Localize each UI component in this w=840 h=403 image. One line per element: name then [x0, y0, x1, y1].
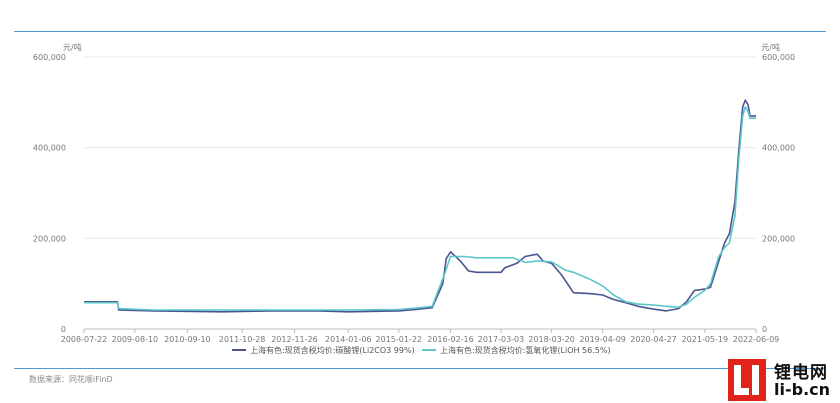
data-source-note: 数据来源：同花顺iFinD [29, 375, 113, 384]
y-tick-label-right: 200,000 [762, 234, 795, 243]
legend-label-1: 上海有色:现货含税均价:碳酸锂(Li2CO3 99%) [250, 345, 415, 355]
y-axis-unit-left: 元/吨 [63, 42, 82, 52]
series-group [84, 99, 756, 313]
x-tick-label: 2012-11-26 [271, 335, 318, 344]
grid-lines [84, 56, 756, 330]
logo-li-icon [728, 359, 766, 401]
y-axis-right: 0 200,000 400,000 600,000 [762, 53, 795, 334]
y-tick-label-left: 0 [61, 325, 66, 334]
y-tick-label-left: 400,000 [33, 144, 66, 153]
y-tick-label-left: 600,000 [33, 53, 66, 62]
x-tick-label: 2018-03-20 [528, 335, 575, 344]
y-tick-label-right: 0 [762, 325, 767, 334]
x-tick-label: 2020-04-27 [630, 335, 677, 344]
x-tick-label: 2019-04-09 [579, 335, 626, 344]
x-tick-label: 2016-02-16 [427, 335, 474, 344]
y-tick-label-left: 200,000 [33, 234, 66, 243]
x-tick-label: 2010-09-10 [164, 335, 211, 344]
x-tick-label: 2014-01-06 [325, 335, 372, 344]
series-line-1 [84, 99, 756, 313]
bottom-rule [14, 368, 826, 369]
x-tick-label: 2022-06-09 [733, 335, 780, 344]
site-logo: 锂电网 li-b.cn [722, 357, 840, 403]
series-line-2 [84, 106, 756, 311]
logo-domain-text: li-b.cn [774, 380, 831, 399]
legend-label-2: 上海有色:现货含税均价:氢氧化锂(LiOH 56.5%) [440, 345, 611, 355]
x-tick-label: 2021-05-19 [682, 335, 729, 344]
x-tick-label: 2017-03-03 [478, 335, 525, 344]
x-tick-label: 2009-08-10 [112, 335, 159, 344]
y-axis-left: 0 200,000 400,000 600,000 [33, 53, 66, 334]
y-axis-unit-right: 元/吨 [761, 42, 780, 52]
x-axis: 2008-07-22 2009-08-10 2010-09-10 2011-10-28… [61, 329, 780, 344]
line-chart: 元/吨 元/吨 0 200,000 400,000 600,000 0 200,000 4… [33, 42, 795, 355]
x-tick-label: 2008-07-22 [61, 335, 108, 344]
y-tick-label-right: 400,000 [762, 144, 795, 153]
x-tick-label: 2011-10-28 [219, 335, 266, 344]
legend: 上海有色:现货含税均价:碳酸锂(Li2CO3 99%) 上海有色:现货含税均价:氢… [232, 345, 611, 355]
y-tick-label-right: 600,000 [762, 53, 795, 62]
x-tick-label: 2015-01-22 [376, 335, 423, 344]
